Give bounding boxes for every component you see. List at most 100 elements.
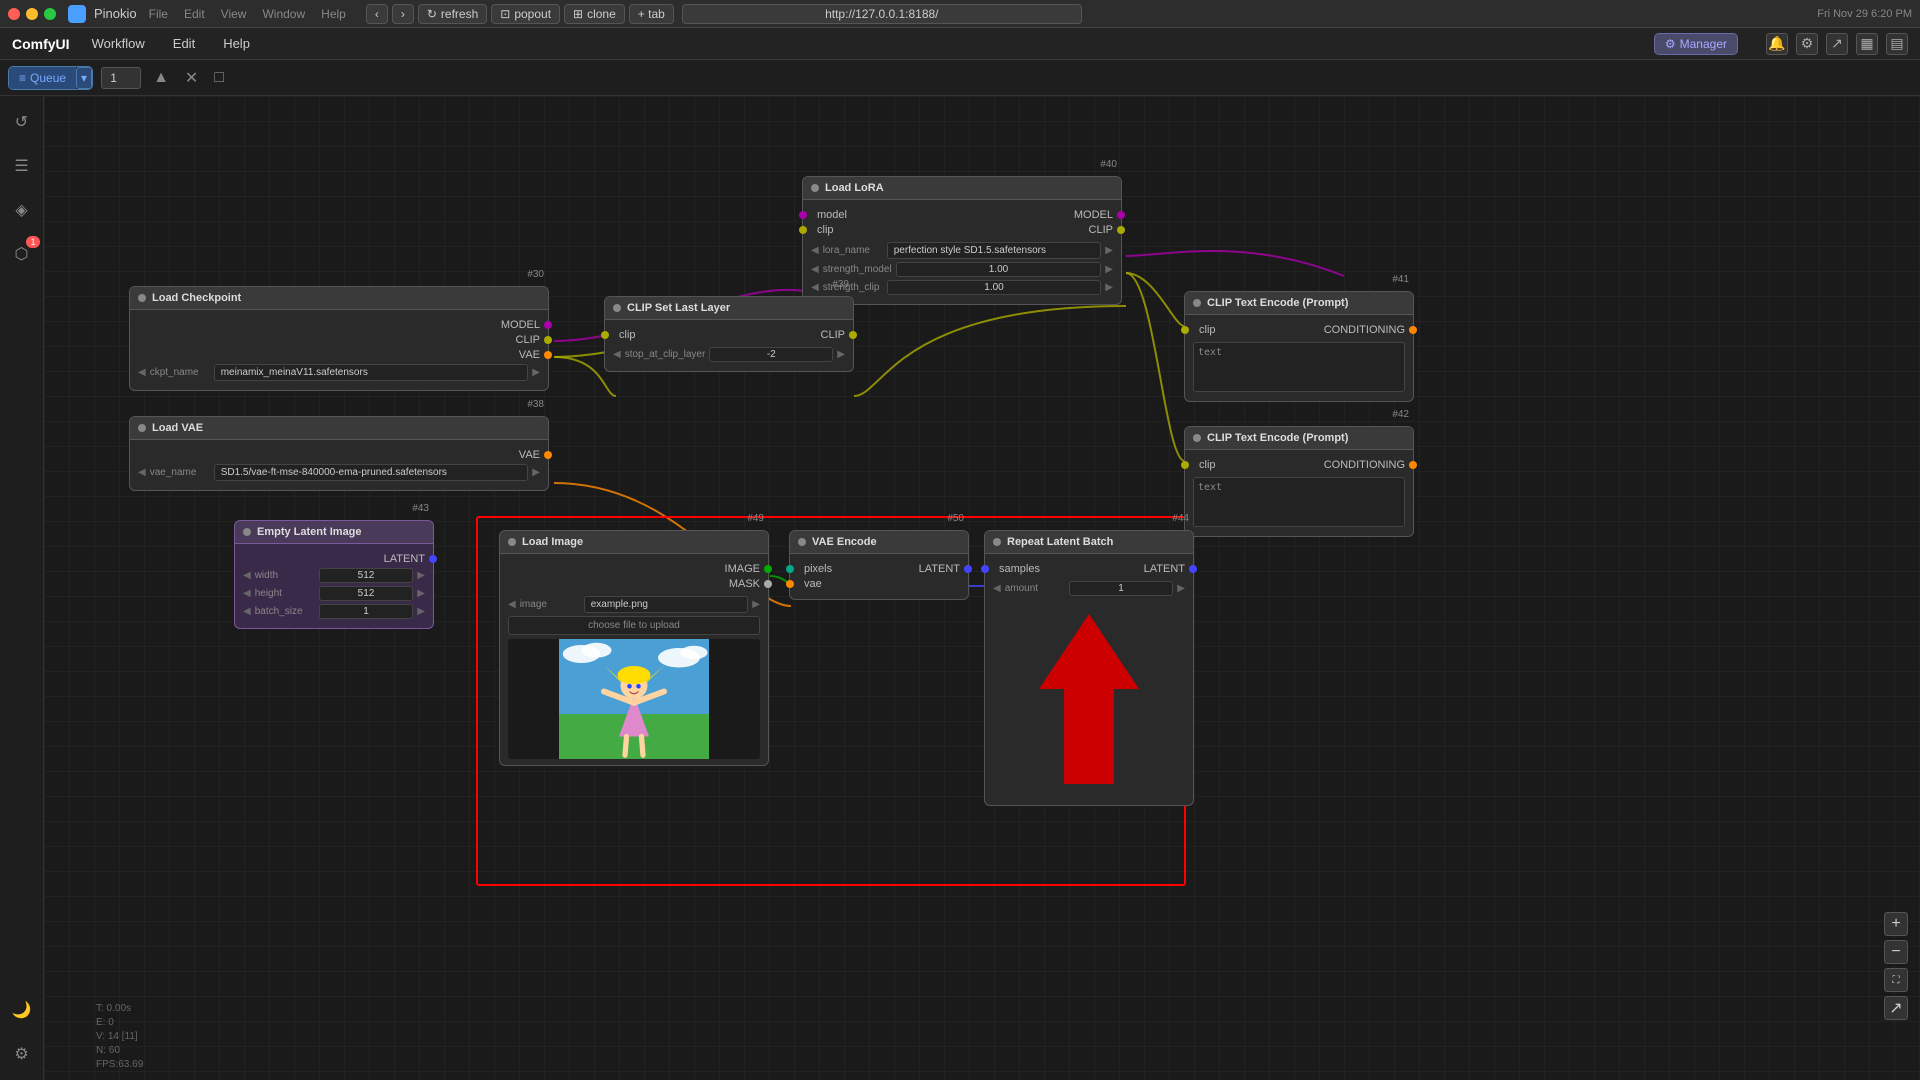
- port-latent-out-repeat[interactable]: [1189, 565, 1197, 573]
- port-clip-in-42[interactable]: [1181, 461, 1189, 469]
- panel-icon[interactable]: ▤: [1886, 33, 1908, 55]
- output-vae: VAE: [138, 449, 540, 461]
- port-vae-in-encode[interactable]: [786, 580, 794, 588]
- port-clip-out-lora[interactable]: [1117, 226, 1125, 234]
- node-load-vae: #38 Load VAE VAE ◀ vae_name SD1.5/vae-ft…: [129, 416, 549, 491]
- node-clip-set-last-layer: #39 CLIP Set Last Layer clip CLIP ◀ stop…: [604, 296, 854, 372]
- clone-button[interactable]: ⊞ clone: [564, 4, 625, 24]
- bell-icon[interactable]: 🔔: [1766, 33, 1788, 55]
- port-model-out[interactable]: [544, 321, 552, 329]
- popout-button[interactable]: ⊡ popout: [491, 4, 560, 24]
- up-arrow-icon: [1029, 609, 1149, 789]
- param-image-file: ◀ image example.png ▶: [508, 596, 760, 613]
- refresh-button[interactable]: ↻ refresh: [418, 4, 487, 24]
- settings-icon[interactable]: ⚙: [1796, 33, 1818, 55]
- columns-icon[interactable]: ▦: [1856, 33, 1878, 55]
- node-dot-clip-set: [613, 304, 621, 312]
- traffic-lights: [8, 8, 56, 20]
- clear-button[interactable]: □: [210, 67, 228, 89]
- node-id-50: #50: [947, 513, 964, 524]
- port-latent-in-repeat[interactable]: [981, 565, 989, 573]
- queue-button[interactable]: ≡ Queue: [9, 67, 76, 89]
- input-pixels: pixels: [798, 563, 832, 575]
- port-clip-in-41[interactable]: [1181, 326, 1189, 334]
- sidebar-models[interactable]: ⬡ 1: [8, 240, 36, 268]
- node-header-load-lora[interactable]: Load LoRA: [803, 177, 1121, 200]
- menu-workflow[interactable]: Workflow: [86, 32, 151, 55]
- port-vae-out-vae[interactable]: [544, 451, 552, 459]
- port-clip-out[interactable]: [544, 336, 552, 344]
- queue-dropdown[interactable]: ▾: [76, 67, 92, 89]
- param-stop-at-clip: ◀ stop_at_clip_layer -2 ▶: [613, 347, 845, 362]
- fit-view-button[interactable]: ⛶: [1884, 968, 1908, 992]
- node-id-38: #38: [527, 399, 544, 410]
- text-input-41[interactable]: text: [1193, 342, 1405, 392]
- back-button[interactable]: ‹: [366, 4, 388, 24]
- port-clip-out-set[interactable]: [849, 331, 857, 339]
- canvas-area[interactable]: #30 Load Checkpoint MODEL CLIP VAE ◀ ckp…: [44, 96, 1920, 1080]
- node-header-load-image[interactable]: Load Image: [500, 531, 768, 554]
- cancel-button[interactable]: ✕: [181, 66, 202, 90]
- new-tab-button[interactable]: + tab: [629, 4, 674, 24]
- zoom-out-button[interactable]: −: [1884, 940, 1908, 964]
- stats-overlay: T: 0.00s E: 0 V: 14 [11] N: 60 FPS:63.69: [96, 1002, 143, 1072]
- sidebar-moon[interactable]: 🌙: [8, 996, 36, 1024]
- node-id-49: #49: [747, 513, 764, 524]
- share-icon[interactable]: ↗: [1826, 33, 1848, 55]
- node-vae-encode: #50 VAE Encode pixels vae: [789, 530, 969, 600]
- port-cond-out-42[interactable]: [1409, 461, 1417, 469]
- sidebar-list[interactable]: ☰: [8, 152, 36, 180]
- minimize-button[interactable]: [26, 8, 38, 20]
- param-width: ◀ width 512 ▶: [243, 568, 425, 583]
- url-bar[interactable]: http://127.0.0.1:8188/: [682, 4, 1082, 24]
- queue-count-input[interactable]: [101, 67, 141, 89]
- node-load-image: #49 Load Image IMAGE MASK: [499, 530, 769, 766]
- share-button[interactable]: ↗: [1884, 996, 1908, 1020]
- node-body-41: clip CONDITIONING text: [1185, 315, 1413, 401]
- datetime: Fri Nov 29 6:20 PM: [1817, 8, 1912, 20]
- port-clip-in[interactable]: [799, 226, 807, 234]
- port-latent-out-encode[interactable]: [964, 565, 972, 573]
- node-header-repeat-latent[interactable]: Repeat Latent Batch: [985, 531, 1193, 554]
- port-vae-out[interactable]: [544, 351, 552, 359]
- node-header-clip-text-42[interactable]: CLIP Text Encode (Prompt): [1185, 427, 1413, 450]
- node-header-load-checkpoint[interactable]: Load Checkpoint: [130, 287, 548, 310]
- param-vae: ◀ vae_name SD1.5/vae-ft-mse-840000-ema-p…: [138, 464, 540, 481]
- menu-edit[interactable]: Edit: [167, 32, 201, 55]
- port-model-in[interactable]: [799, 211, 807, 219]
- titlebar-right-icons: Fri Nov 29 6:20 PM: [1817, 8, 1912, 20]
- node-header-clip-set[interactable]: CLIP Set Last Layer: [605, 297, 853, 320]
- comfyui-logo: ComfyUI: [12, 36, 70, 52]
- output-conditioning-41: CONDITIONING: [1324, 324, 1405, 336]
- node-header-clip-text-41[interactable]: CLIP Text Encode (Prompt): [1185, 292, 1413, 315]
- app-icon: [68, 5, 86, 23]
- port-clip-in-set[interactable]: [601, 331, 609, 339]
- port-cond-out-41[interactable]: [1409, 326, 1417, 334]
- node-dot-41: [1193, 299, 1201, 307]
- node-header-vae-encode[interactable]: VAE Encode: [790, 531, 968, 554]
- node-dot-lora: [811, 184, 819, 192]
- forward-button[interactable]: ›: [392, 4, 414, 24]
- port-model-out-lora[interactable]: [1117, 211, 1125, 219]
- queue-up-button[interactable]: ▲: [149, 67, 173, 89]
- port-mask-out[interactable]: [764, 580, 772, 588]
- close-button[interactable]: [8, 8, 20, 20]
- sidebar-nodes[interactable]: ◈: [8, 196, 36, 224]
- port-image-out[interactable]: [764, 565, 772, 573]
- manager-button[interactable]: ⚙ Manager: [1654, 33, 1738, 55]
- sidebar-history[interactable]: ↺: [8, 108, 36, 136]
- file-upload-button[interactable]: choose file to upload: [508, 616, 760, 635]
- node-header-empty-latent[interactable]: Empty Latent Image: [235, 521, 433, 544]
- node-body-42: clip CONDITIONING text: [1185, 450, 1413, 536]
- sidebar-settings[interactable]: ⚙: [8, 1040, 36, 1068]
- port-pixels-in[interactable]: [786, 565, 794, 573]
- output-latent: LATENT: [243, 553, 425, 565]
- zoom-in-button[interactable]: +: [1884, 912, 1908, 936]
- node-dot-vae: [138, 424, 146, 432]
- node-header-load-vae[interactable]: Load VAE: [130, 417, 548, 440]
- text-input-42[interactable]: text: [1193, 477, 1405, 527]
- maximize-button[interactable]: [44, 8, 56, 20]
- node-body-empty-latent: LATENT ◀ width 512 ▶ ◀ height 512 ▶ ◀ ba…: [235, 544, 433, 628]
- menu-help[interactable]: Help: [217, 32, 256, 55]
- port-latent-out[interactable]: [429, 555, 437, 563]
